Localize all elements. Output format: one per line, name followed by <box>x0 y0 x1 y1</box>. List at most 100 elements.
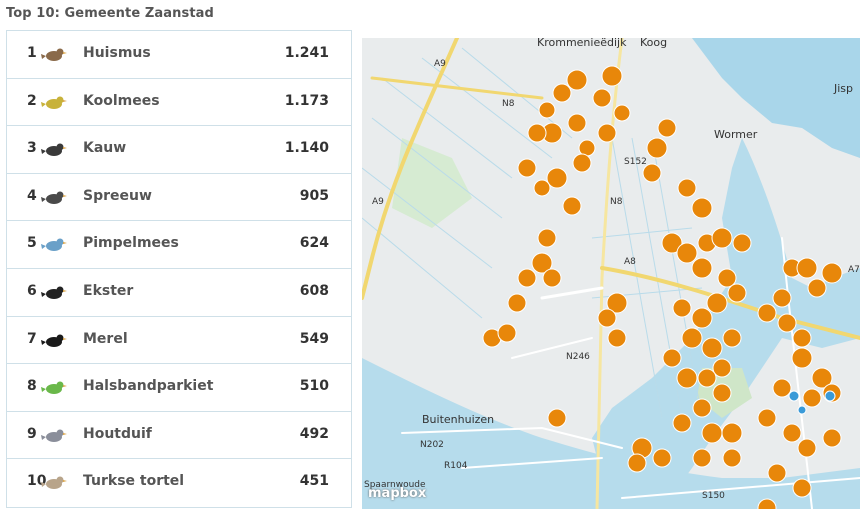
observation-marker[interactable] <box>538 101 556 119</box>
observation-marker[interactable] <box>652 448 672 468</box>
list-item[interactable]: 5 Pimpelmees 624 <box>7 221 351 269</box>
label-a9-b: A9 <box>372 197 384 207</box>
list-item[interactable]: 9 Houtduif 492 <box>7 412 351 460</box>
observation-marker[interactable] <box>597 123 617 143</box>
observation-marker[interactable] <box>542 268 562 288</box>
observation-marker[interactable] <box>792 328 812 348</box>
observation-marker[interactable] <box>562 196 582 216</box>
observation-marker[interactable] <box>782 423 802 443</box>
observation-marker[interactable] <box>772 288 792 308</box>
observation-marker[interactable] <box>681 327 703 349</box>
observation-marker[interactable] <box>567 113 587 133</box>
observation-marker[interactable] <box>792 478 812 498</box>
list-item[interactable]: 1 Huismus 1.241 <box>7 31 351 79</box>
observation-marker[interactable] <box>497 323 517 343</box>
species-name[interactable]: Kauw <box>83 140 126 156</box>
observation-marker[interactable] <box>757 408 777 428</box>
observation-marker[interactable] <box>657 118 677 138</box>
observation-marker[interactable] <box>676 367 698 389</box>
observation-marker[interactable] <box>821 262 843 284</box>
observation-marker[interactable] <box>517 268 537 288</box>
observation-marker[interactable] <box>701 422 723 444</box>
list-item[interactable]: 4 Spreeuw 905 <box>7 174 351 222</box>
observation-marker[interactable] <box>697 368 717 388</box>
observation-count: 1.241 <box>284 45 329 61</box>
observation-marker[interactable] <box>706 292 728 314</box>
observation-marker-alt[interactable] <box>788 390 800 402</box>
observation-marker[interactable] <box>722 328 742 348</box>
observation-marker[interactable] <box>691 307 713 329</box>
observation-marker[interactable] <box>592 88 612 108</box>
observation-marker[interactable] <box>601 65 623 87</box>
observation-count: 905 <box>299 187 329 204</box>
list-item[interactable]: 7 Merel 549 <box>7 317 351 365</box>
observation-marker[interactable] <box>537 228 557 248</box>
observation-marker[interactable] <box>572 153 592 173</box>
observation-marker[interactable] <box>721 422 743 444</box>
species-name[interactable]: Koolmees <box>83 93 160 109</box>
list-item[interactable]: 3 Kauw 1.140 <box>7 126 351 174</box>
observation-marker[interactable] <box>727 283 747 303</box>
map-canvas[interactable]: Krommenieëdijk Koog Wormer Jisp Buitenhu… <box>362 38 860 509</box>
observation-marker[interactable] <box>777 313 797 333</box>
observation-marker[interactable] <box>807 278 827 298</box>
observation-marker[interactable] <box>796 257 818 279</box>
rank-number: 9 <box>27 425 37 442</box>
observation-marker[interactable] <box>613 104 631 122</box>
observation-marker[interactable] <box>566 69 588 91</box>
observation-marker[interactable] <box>691 257 713 279</box>
observation-marker[interactable] <box>552 83 572 103</box>
observation-marker[interactable] <box>527 123 547 143</box>
observation-marker[interactable] <box>691 197 713 219</box>
observation-marker[interactable] <box>662 348 682 368</box>
observation-marker-alt[interactable] <box>824 390 836 402</box>
list-item[interactable]: 2 Koolmees 1.173 <box>7 79 351 127</box>
species-name[interactable]: Spreeuw <box>83 188 152 204</box>
observation-marker[interactable] <box>677 178 697 198</box>
observation-marker[interactable] <box>822 428 842 448</box>
observation-marker[interactable] <box>627 453 647 473</box>
species-name[interactable]: Houtduif <box>83 426 152 442</box>
map[interactable]: Krommenieëdijk Koog Wormer Jisp Buitenhu… <box>362 38 860 509</box>
observation-marker[interactable] <box>692 448 712 468</box>
list-item[interactable]: 10 Turkse tortel 451 <box>7 459 351 507</box>
observation-marker[interactable] <box>757 303 777 323</box>
observation-marker[interactable] <box>722 448 742 468</box>
observation-marker[interactable] <box>802 388 822 408</box>
observation-marker[interactable] <box>546 167 568 189</box>
list-item[interactable]: 8 Halsbandparkiet 510 <box>7 364 351 412</box>
species-name[interactable]: Turkse tortel <box>83 473 184 489</box>
label-s152: S152 <box>624 157 647 167</box>
species-name[interactable]: Huismus <box>83 45 151 61</box>
list-item[interactable]: 6 Ekster 608 <box>7 269 351 317</box>
mapbox-logo[interactable]: mapbox <box>368 486 426 501</box>
observation-marker[interactable] <box>732 233 752 253</box>
observation-marker[interactable] <box>712 383 732 403</box>
species-name[interactable]: Pimpelmees <box>83 235 179 251</box>
observation-marker[interactable] <box>692 398 712 418</box>
observation-marker-alt[interactable] <box>797 405 807 415</box>
species-name[interactable]: Ekster <box>83 283 133 299</box>
observation-marker[interactable] <box>607 328 627 348</box>
observation-marker[interactable] <box>597 308 617 328</box>
observation-marker[interactable] <box>533 179 551 197</box>
observation-marker[interactable] <box>676 242 698 264</box>
observation-marker[interactable] <box>517 158 537 178</box>
observation-marker[interactable] <box>767 463 787 483</box>
observation-marker[interactable] <box>797 438 817 458</box>
observation-marker[interactable] <box>711 227 733 249</box>
observation-marker[interactable] <box>507 293 527 313</box>
observation-marker[interactable] <box>646 137 668 159</box>
rank-number: 1 <box>27 45 37 61</box>
label-krommenieedijk: Krommenieëdijk <box>537 38 627 49</box>
observation-marker[interactable] <box>772 378 792 398</box>
observation-marker[interactable] <box>672 298 692 318</box>
observation-marker[interactable] <box>547 408 567 428</box>
species-name[interactable]: Halsbandparkiet <box>83 378 213 394</box>
observation-marker[interactable] <box>791 347 813 369</box>
observation-marker[interactable] <box>672 413 692 433</box>
observation-marker[interactable] <box>642 163 662 183</box>
observation-marker[interactable] <box>701 337 723 359</box>
species-name[interactable]: Merel <box>83 331 128 347</box>
top10-list: 1 Huismus 1.241 2 Koolmees 1.173 3 Kauw 1.140 4 Sp… <box>6 30 352 508</box>
